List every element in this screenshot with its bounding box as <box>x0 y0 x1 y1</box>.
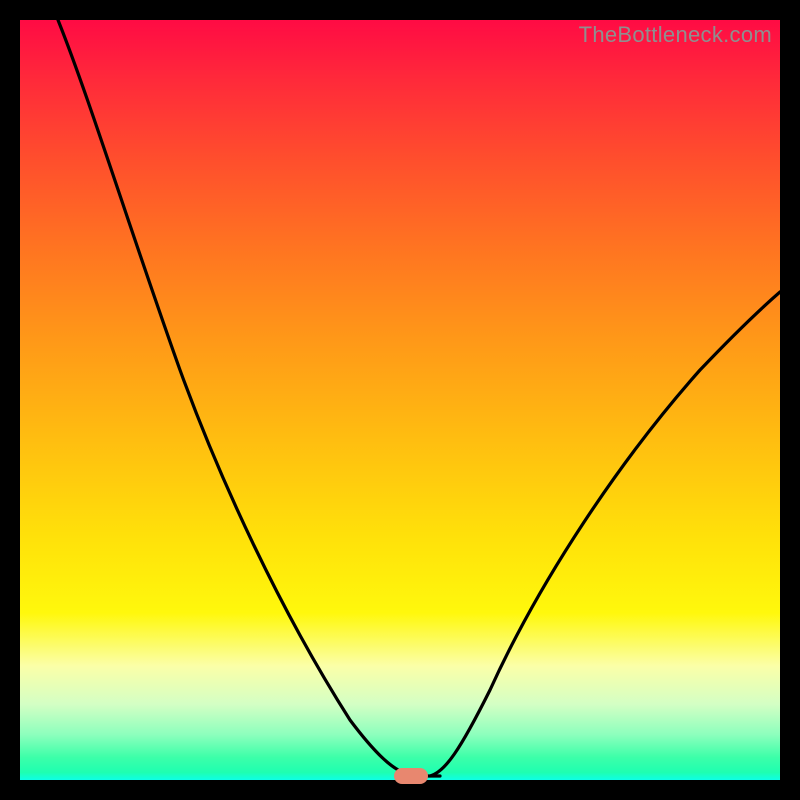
chart-frame: TheBottleneck.com <box>0 0 800 800</box>
bottleneck-curve <box>20 20 780 780</box>
optimal-marker <box>394 768 428 784</box>
curve-left-branch <box>58 20 415 776</box>
curve-right-branch <box>430 292 780 776</box>
plot-area: TheBottleneck.com <box>20 20 780 780</box>
